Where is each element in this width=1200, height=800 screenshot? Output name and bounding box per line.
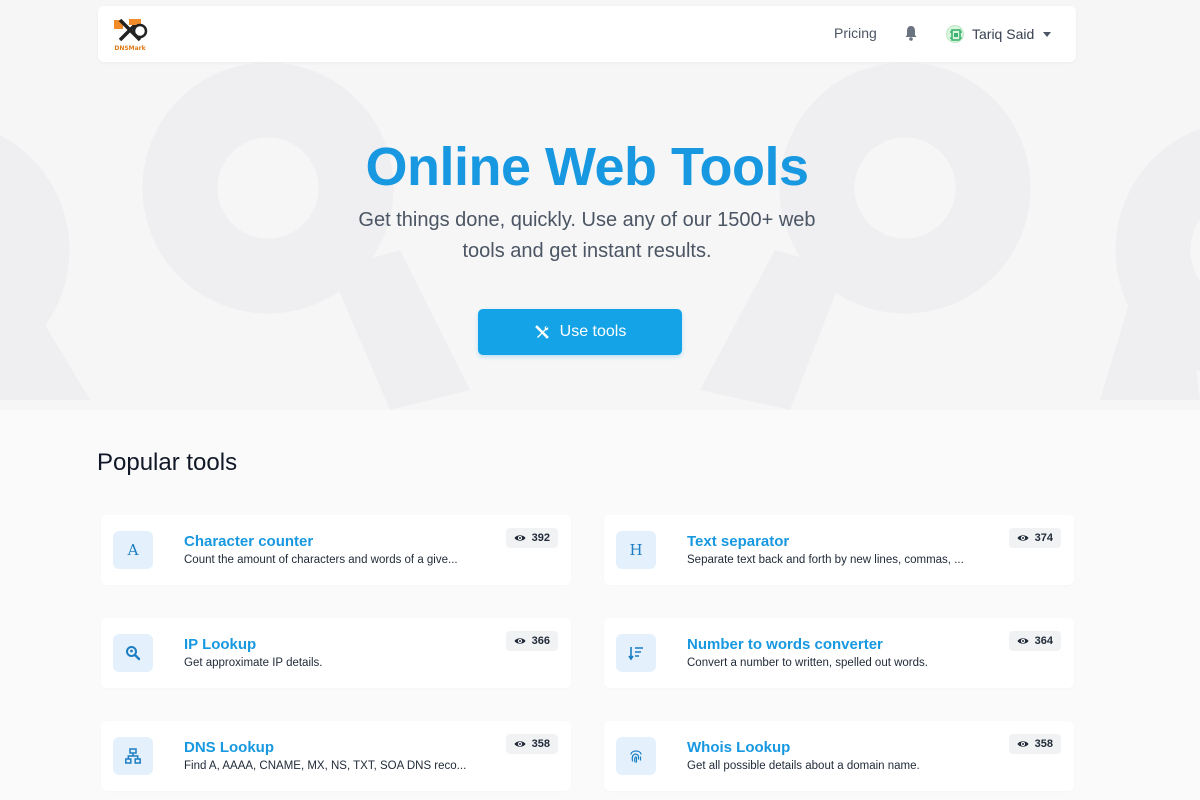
- views-count: 374: [1034, 532, 1053, 544]
- tool-description: Find A, AAAA, CNAME, MX, NS, TXT, SOA DN…: [184, 760, 467, 772]
- views-count: 358: [1034, 738, 1053, 750]
- tool-title[interactable]: Text separator: [687, 533, 789, 550]
- use-tools-label: Use tools: [559, 323, 627, 340]
- eye-icon: [1017, 741, 1029, 747]
- tool-description: Count the amount of characters and words…: [184, 554, 458, 566]
- hero-subtitle: Get things done, quickly. Use any of our…: [358, 209, 816, 262]
- bell-icon[interactable]: [904, 25, 918, 41]
- letter-a-icon: A: [113, 531, 153, 569]
- top-navbar: DNSMark Pricing Tariq Said: [98, 6, 1076, 62]
- views-count: 366: [531, 635, 550, 647]
- user-name: Tariq Said: [972, 26, 1035, 42]
- tool-description: Get all possible details about a domain …: [687, 760, 920, 772]
- eye-icon: [514, 741, 526, 747]
- tool-description: Get approximate IP details.: [184, 657, 323, 669]
- avatar-pattern-icon: [950, 29, 962, 41]
- sort-numeric-icon: [616, 634, 656, 672]
- views-badge: 366: [505, 631, 558, 651]
- tool-title[interactable]: DNS Lookup: [184, 739, 274, 756]
- tool-card-dns-lookup[interactable]: DNS Lookup Find A, AAAA, CNAME, MX, NS, …: [101, 721, 571, 791]
- hero-title: Online Web Tools: [365, 137, 809, 197]
- eye-icon: [514, 535, 526, 541]
- avatar: [946, 25, 964, 43]
- chevron-down-icon: [1043, 31, 1052, 37]
- section-title-popular: Popular tools: [97, 449, 238, 476]
- search-location-icon: [113, 634, 153, 672]
- views-badge: 358: [505, 734, 558, 754]
- tool-card-whois-lookup[interactable]: Whois Lookup Get all possible details ab…: [604, 721, 1074, 791]
- tool-title[interactable]: Number to words converter: [687, 636, 883, 653]
- use-tools-button[interactable]: Use tools: [478, 309, 682, 355]
- eye-icon: [1017, 535, 1029, 541]
- fingerprint-icon: [616, 737, 656, 775]
- tool-title[interactable]: Whois Lookup: [687, 739, 790, 756]
- eye-icon: [1017, 638, 1029, 644]
- nav-pricing-link[interactable]: Pricing: [834, 25, 877, 41]
- views-badge: 358: [1008, 734, 1061, 754]
- tool-description: Convert a number to written, spelled out…: [687, 657, 928, 669]
- eye-icon: [514, 638, 526, 644]
- views-count: 364: [1034, 635, 1053, 647]
- logo-icon[interactable]: DNSMark: [110, 14, 150, 54]
- letter-h-icon: H: [616, 531, 656, 569]
- network-icon: [113, 737, 153, 775]
- logo-text: DNSMark: [114, 45, 146, 52]
- views-badge: 364: [1008, 631, 1061, 651]
- user-menu[interactable]: Tariq Said: [946, 22, 1052, 46]
- tool-card-text-separator[interactable]: H Text separator Separate text back and …: [604, 515, 1074, 585]
- tool-card-number-to-words[interactable]: Number to words converter Convert a numb…: [604, 618, 1074, 688]
- tool-description: Separate text back and forth by new line…: [687, 554, 964, 566]
- views-count: 358: [531, 738, 550, 750]
- views-count: 392: [531, 532, 550, 544]
- tool-card-character-counter[interactable]: A Character counter Count the amount of …: [101, 515, 571, 585]
- tool-title[interactable]: Character counter: [184, 533, 313, 550]
- tool-card-ip-lookup[interactable]: IP Lookup Get approximate IP details. 36…: [101, 618, 571, 688]
- tool-title[interactable]: IP Lookup: [184, 636, 256, 653]
- views-badge: 392: [505, 528, 558, 548]
- views-badge: 374: [1008, 528, 1061, 548]
- tools-icon: [534, 325, 549, 339]
